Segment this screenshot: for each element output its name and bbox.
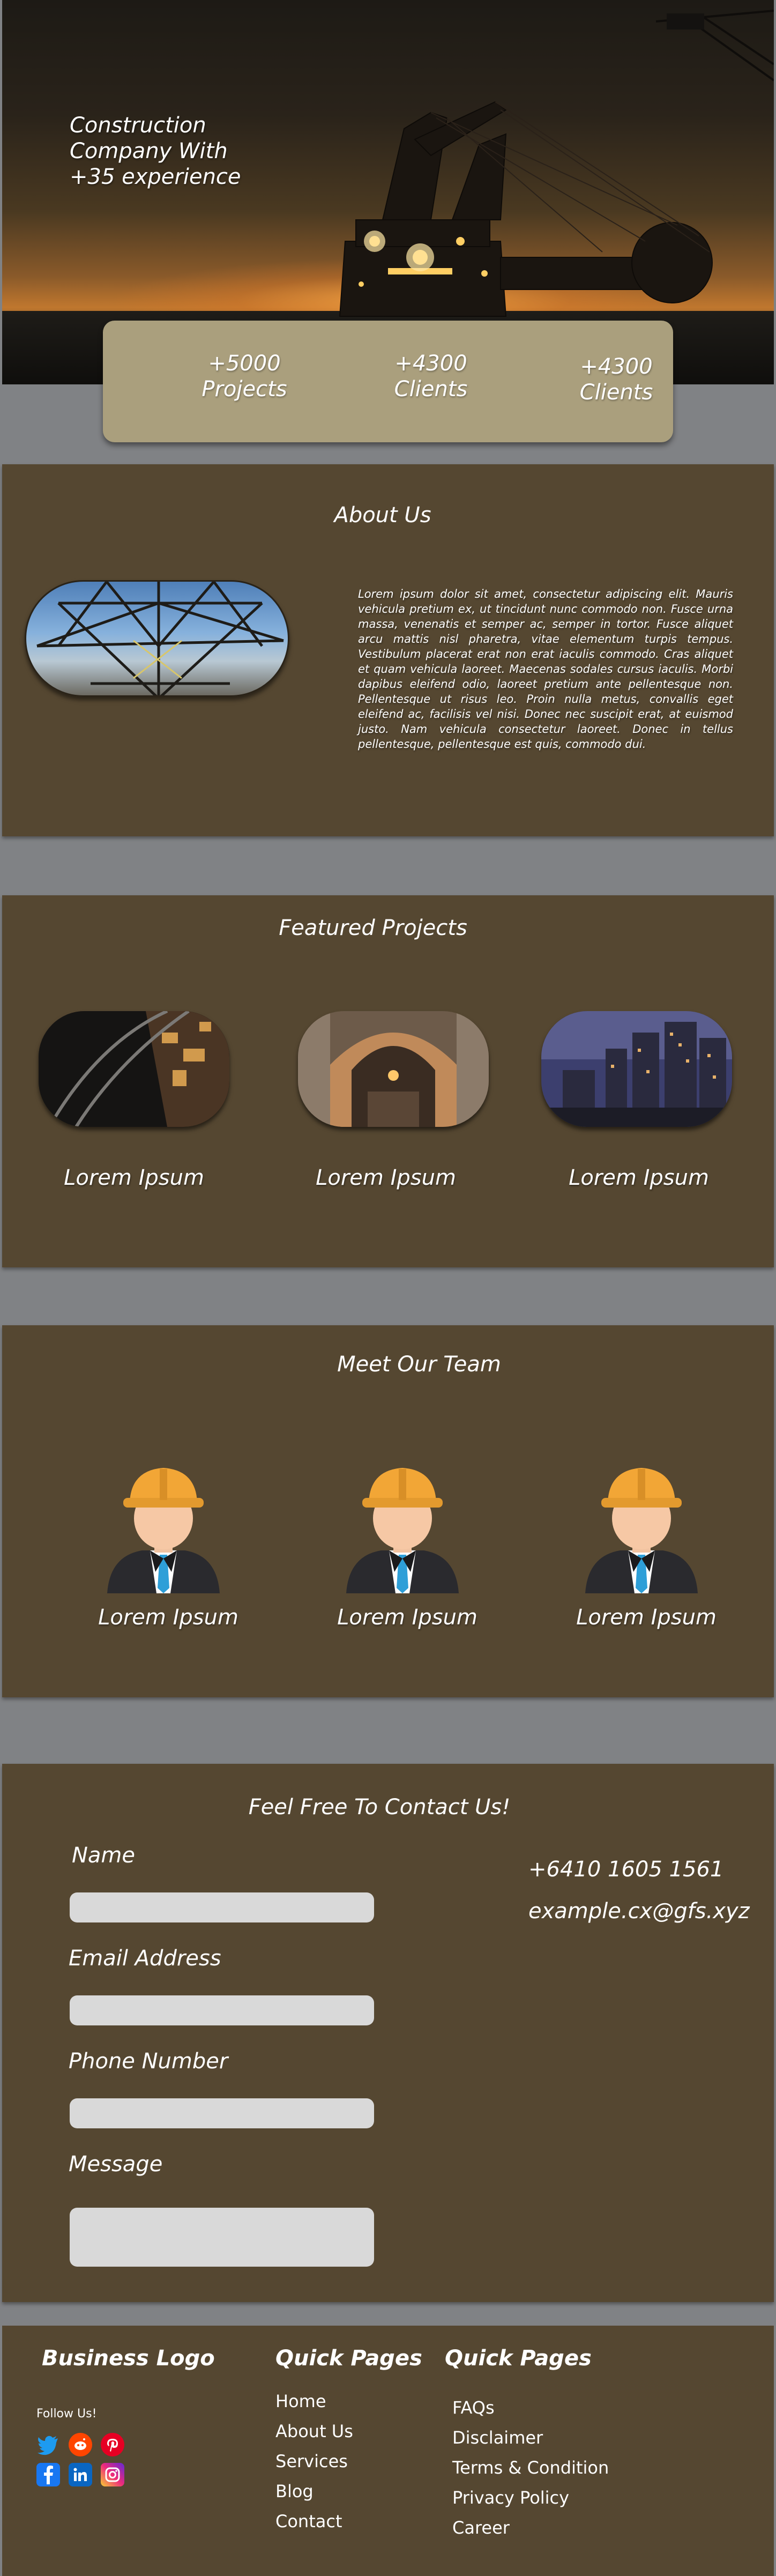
team-section: Meet Our Team Lorem Ipsum Lorem Ipsum Lo… bbox=[2, 1325, 774, 1697]
message-field[interactable] bbox=[70, 2208, 374, 2267]
engineer-avatar-icon bbox=[585, 1468, 698, 1593]
engineer-avatar-icon bbox=[346, 1468, 459, 1593]
crane-image bbox=[656, 10, 774, 81]
project-image-escalator[interactable] bbox=[39, 1011, 229, 1127]
stat-value: +4300 bbox=[580, 354, 653, 379]
contact-title: Feel Free To Contact Us! bbox=[248, 1795, 511, 1820]
project-image-archway[interactable] bbox=[298, 1011, 489, 1127]
contact-section: Feel Free To Contact Us! Name Email Addr… bbox=[2, 1764, 774, 2302]
project-label: Lorem Ipsum bbox=[569, 1165, 709, 1190]
team-title: Meet Our Team bbox=[337, 1352, 501, 1377]
project-label: Lorem Ipsum bbox=[64, 1165, 204, 1190]
footer-link-career[interactable]: Career bbox=[452, 2518, 510, 2538]
team-member-label: Lorem Ipsum bbox=[576, 1605, 717, 1630]
stats-card: +5000 Projects +4300 Clients +4300 Clien… bbox=[103, 321, 673, 442]
name-field[interactable] bbox=[70, 1892, 374, 1922]
stat-value: +4300 bbox=[394, 351, 467, 376]
project-image-skyline[interactable] bbox=[541, 1011, 732, 1127]
about-text: Lorem ipsum dolor sit amet, consectetur … bbox=[358, 588, 733, 751]
footer-link-contact[interactable]: Contact bbox=[275, 2511, 342, 2532]
facebook-icon[interactable] bbox=[36, 2463, 60, 2486]
stat-clients: +4300 Clients bbox=[377, 351, 484, 402]
footer-link-about-us[interactable]: About Us bbox=[275, 2421, 353, 2441]
team-member-avatar bbox=[580, 1465, 703, 1593]
power-tower-image bbox=[25, 580, 289, 697]
footer-link-faqs[interactable]: FAQs bbox=[452, 2397, 495, 2418]
email-field[interactable] bbox=[70, 1995, 374, 2025]
name-label: Name bbox=[72, 1843, 136, 1868]
mining-excavator-image bbox=[339, 101, 713, 317]
stat-value: +5000 bbox=[208, 351, 281, 376]
message-label: Message bbox=[69, 2152, 163, 2177]
hero-title: Construction Company With +35 experience bbox=[70, 113, 241, 189]
stat-label: Clients bbox=[579, 380, 653, 405]
stat-label: Clients bbox=[394, 377, 468, 402]
email-label: Email Address bbox=[69, 1946, 221, 1971]
about-section: About Us Lorem ipsum dolor sit amet, con… bbox=[2, 464, 774, 836]
contact-phone[interactable]: +6410 1605 1561 bbox=[528, 1857, 723, 1882]
footer-link-disclaimer[interactable]: Disclaimer bbox=[452, 2427, 543, 2448]
engineer-avatar-icon bbox=[107, 1468, 220, 1593]
stat-projects: +5000 Projects bbox=[191, 351, 298, 402]
instagram-icon[interactable] bbox=[101, 2463, 124, 2486]
team-member-avatar bbox=[102, 1465, 225, 1593]
twitter-icon[interactable] bbox=[36, 2433, 60, 2456]
team-member-avatar bbox=[341, 1465, 464, 1593]
phone-label: Phone Number bbox=[69, 2049, 228, 2074]
projects-section: Featured Projects Lorem Ipsum Lorem Ipsu… bbox=[2, 895, 774, 1267]
about-title: About Us bbox=[334, 503, 431, 528]
team-member-label: Lorem Ipsum bbox=[337, 1605, 477, 1630]
pinterest-icon[interactable] bbox=[101, 2433, 124, 2456]
footer-link-home[interactable]: Home bbox=[275, 2391, 326, 2411]
linkedin-icon[interactable] bbox=[69, 2463, 92, 2486]
project-label: Lorem Ipsum bbox=[316, 1165, 456, 1190]
footer-link-blog[interactable]: Blog bbox=[275, 2481, 314, 2501]
projects-title: Featured Projects bbox=[279, 916, 467, 940]
quick-pages-title-2: Quick Pages bbox=[445, 2346, 592, 2371]
footer: Business Logo Follow Us! Quick Pages Hom… bbox=[2, 2326, 774, 2576]
stat-clients-2: +4300 Clients bbox=[563, 354, 670, 405]
footer-link-services[interactable]: Services bbox=[275, 2451, 348, 2471]
stat-label: Projects bbox=[202, 377, 287, 402]
business-logo[interactable]: Business Logo bbox=[42, 2346, 215, 2371]
team-member-label: Lorem Ipsum bbox=[98, 1605, 238, 1630]
phone-field[interactable] bbox=[70, 2098, 374, 2128]
quick-pages-title-1: Quick Pages bbox=[275, 2346, 422, 2371]
follow-us-label: Follow Us! bbox=[36, 2407, 97, 2421]
contact-email[interactable]: example.cx@gfs.xyz bbox=[528, 1899, 750, 1924]
reddit-icon[interactable] bbox=[69, 2433, 92, 2456]
footer-link-privacy[interactable]: Privacy Policy bbox=[452, 2488, 569, 2508]
footer-link-terms[interactable]: Terms & Condition bbox=[452, 2458, 609, 2478]
